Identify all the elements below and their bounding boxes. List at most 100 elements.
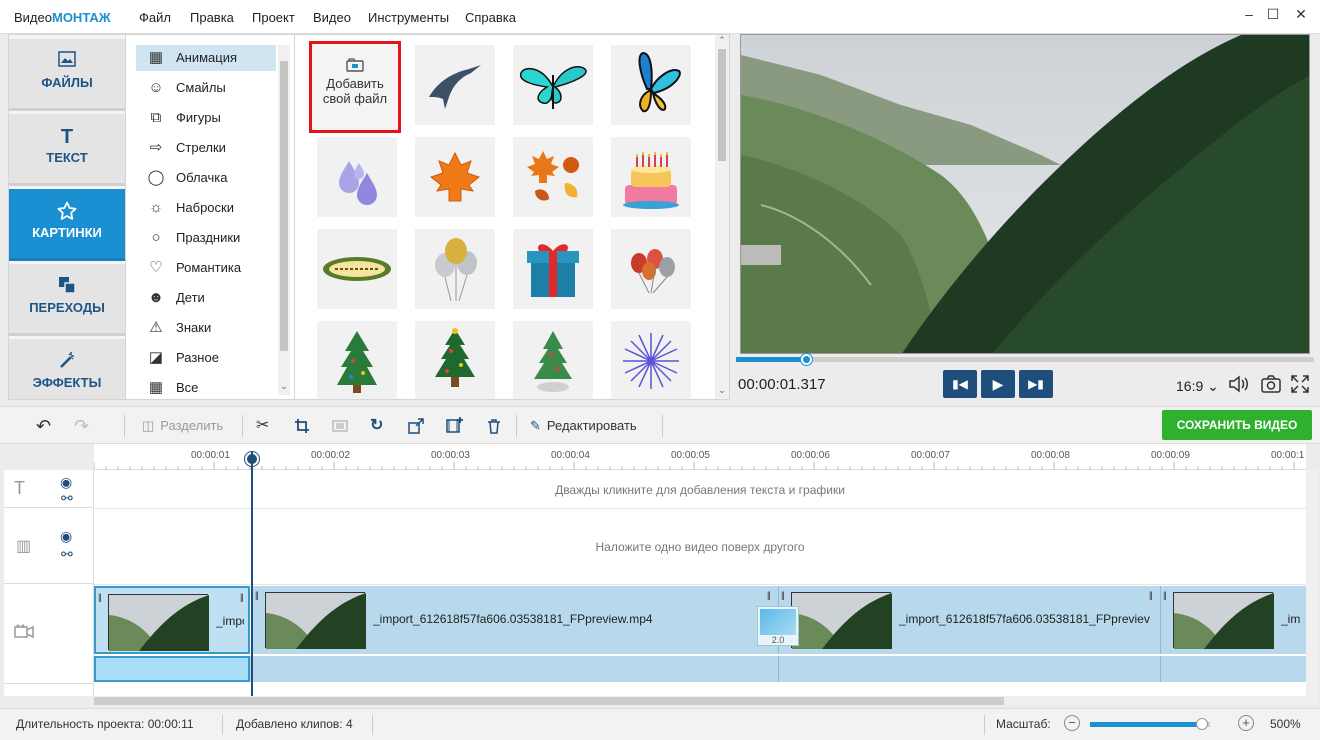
gallery-scroll-thumb[interactable] (718, 49, 726, 161)
clip-grip-icon[interactable]: || (1149, 590, 1153, 600)
zoom-handle[interactable] (1195, 718, 1208, 730)
link-icon[interactable]: ⚯ (61, 490, 73, 507)
rotate-icon[interactable]: ↻ (370, 415, 383, 437)
category-shapes[interactable]: ⧉ Фигуры (136, 105, 276, 131)
gallery-scrollbar[interactable]: ⌃ ⌄ (715, 35, 729, 399)
resize-icon[interactable] (408, 415, 424, 437)
clip-grip-icon[interactable]: || (255, 590, 259, 600)
tab-pictures[interactable]: КАРТИНКИ (9, 189, 125, 261)
trash-icon[interactable] (486, 415, 502, 437)
close-button[interactable]: ✕ (1290, 6, 1312, 28)
gallery-item-balloons-red[interactable] (611, 229, 691, 309)
tab-files[interactable]: ФАЙЛЫ (9, 39, 125, 111)
maximize-button[interactable]: ☐ (1262, 6, 1284, 28)
zoom-in-button[interactable]: + (1238, 715, 1254, 731)
category-sketches[interactable]: ☼ Наброски (136, 195, 276, 221)
scroll-down-icon[interactable]: ⌄ (278, 381, 290, 392)
crop-icon[interactable] (294, 415, 310, 437)
gallery-item-water-drops[interactable] (317, 137, 397, 217)
eye-icon[interactable]: ◉ (60, 528, 72, 545)
timeline-vscrollbar[interactable] (1306, 470, 1318, 706)
zoom-slider[interactable] (1090, 718, 1210, 730)
scroll-up-icon[interactable]: ⌃ (715, 35, 729, 46)
gallery-item-butterfly-cyan[interactable] (513, 45, 593, 125)
clip-grip-icon[interactable]: || (767, 590, 771, 600)
category-romance[interactable]: ♡ Романтика (136, 255, 276, 281)
video-clip-3[interactable]: || || _import_612618f57fa606.03538181_FP… (778, 586, 1160, 654)
category-signs[interactable]: ⚠ Знаки (136, 315, 276, 341)
minimize-button[interactable]: – (1238, 6, 1260, 28)
gallery-item-autumn-leaves[interactable] (513, 137, 593, 217)
tab-effects[interactable]: ЭФФЕКТЫ (9, 339, 125, 399)
eye-icon[interactable]: ◉ (60, 474, 72, 491)
timeline-hscrollbar[interactable] (94, 696, 1306, 706)
play-button[interactable]: ▶ (981, 370, 1015, 398)
gallery-item-christmas-tree-3[interactable] (513, 321, 593, 399)
gallery-item-swallow[interactable] (415, 45, 495, 125)
timeline-scroll-thumb[interactable] (94, 697, 1004, 705)
playback-progress[interactable] (736, 354, 1314, 365)
undo-icon[interactable]: ↶ (36, 415, 51, 437)
scroll-down-icon[interactable]: ⌄ (715, 385, 729, 396)
video-clip-1[interactable]: || || _impo (94, 586, 250, 654)
category-scrollbar[interactable]: ⌄ (278, 45, 290, 395)
timeline-tracks[interactable]: Дважды кликните для добавления текста и … (94, 470, 1306, 696)
clip-grip-icon[interactable]: || (240, 592, 244, 602)
clip-name: _import_612618f57fa606.03538181_FPprevie… (899, 612, 1150, 626)
gallery-item-maple-leaf[interactable] (415, 137, 495, 217)
gallery-item-fireworks[interactable] (611, 321, 691, 399)
add-clip-icon[interactable] (446, 415, 464, 437)
transition-marker[interactable]: 2.0 (757, 606, 799, 646)
gallery-item-gift-box[interactable] (513, 229, 593, 309)
timeline-ruler[interactable]: 00:00:01 00:00:02 00:00:03 00:00:04 00:0… (94, 444, 1306, 470)
clip-grip-icon[interactable]: || (1163, 590, 1167, 600)
audio-clip-1[interactable] (94, 656, 250, 682)
menu-edit[interactable]: Правка (190, 10, 234, 25)
scissors-icon[interactable]: ✂ (256, 415, 269, 437)
gallery-item-butterfly-blue[interactable] (611, 45, 691, 125)
category-holidays[interactable]: ○ Праздники (136, 225, 276, 251)
save-video-button[interactable]: СОХРАНИТЬ ВИДЕО (1162, 410, 1312, 440)
snapshot-icon[interactable] (1260, 374, 1282, 397)
gallery-item-christmas-tree-1[interactable] (317, 321, 397, 399)
video-clip-2[interactable]: || || _import_612618f57fa606.03538181_FP… (252, 586, 778, 654)
category-smileys[interactable]: ☺ Смайлы (136, 75, 276, 101)
zoom-out-button[interactable]: − (1064, 715, 1080, 731)
menu-video[interactable]: Видео (313, 10, 351, 25)
link-icon[interactable]: ⚯ (61, 546, 73, 563)
menu-help[interactable]: Справка (465, 10, 516, 25)
category-scroll-thumb[interactable] (280, 61, 288, 351)
gallery-item-congrats-banner[interactable] (317, 229, 397, 309)
clip-grip-icon[interactable]: || (98, 592, 102, 602)
video-preview[interactable] (740, 34, 1310, 354)
tab-transitions[interactable]: ПЕРЕХОДЫ (9, 264, 125, 336)
volume-icon[interactable] (1228, 374, 1250, 399)
category-animation[interactable]: ▦ Анимация (136, 45, 276, 71)
menu-tools[interactable]: Инструменты (368, 10, 449, 25)
fill-frame-icon[interactable] (332, 415, 348, 437)
video-clip-4[interactable]: || _im (1160, 586, 1306, 654)
redo-icon[interactable]: ↷ (74, 415, 89, 437)
progress-handle[interactable] (801, 354, 813, 365)
category-all[interactable]: ▦ Все (136, 375, 276, 395)
gallery-item-balloons-silver[interactable] (415, 229, 495, 309)
next-frame-button[interactable]: ▶▮ (1019, 370, 1053, 398)
add-own-file-button[interactable]: Добавить свой файл (309, 41, 401, 133)
clip-grip-icon[interactable]: || (781, 590, 785, 600)
split-button[interactable]: ◫ Разделить (142, 415, 223, 437)
menu-file[interactable]: Файл (139, 10, 171, 25)
audio-track[interactable] (94, 656, 1306, 682)
category-arrows[interactable]: ⇨ Стрелки (136, 135, 276, 161)
tab-text[interactable]: T ТЕКСТ (9, 114, 125, 186)
gallery-item-christmas-tree-2[interactable] (415, 321, 495, 399)
category-bubbles[interactable]: ◯ Облачка (136, 165, 276, 191)
edit-button[interactable]: ✎ Редактировать (530, 415, 637, 437)
gallery-item-birthday-cake[interactable] (611, 137, 691, 217)
playhead[interactable] (251, 452, 253, 696)
prev-frame-button[interactable]: ▮◀ (943, 370, 977, 398)
category-misc[interactable]: ◪ Разное (136, 345, 276, 371)
fullscreen-icon[interactable] (1290, 374, 1310, 397)
aspect-ratio-select[interactable]: 16:9 ⌄ (1176, 378, 1219, 395)
category-kids[interactable]: ☻ Дети (136, 285, 276, 311)
menu-project[interactable]: Проект (252, 10, 295, 25)
